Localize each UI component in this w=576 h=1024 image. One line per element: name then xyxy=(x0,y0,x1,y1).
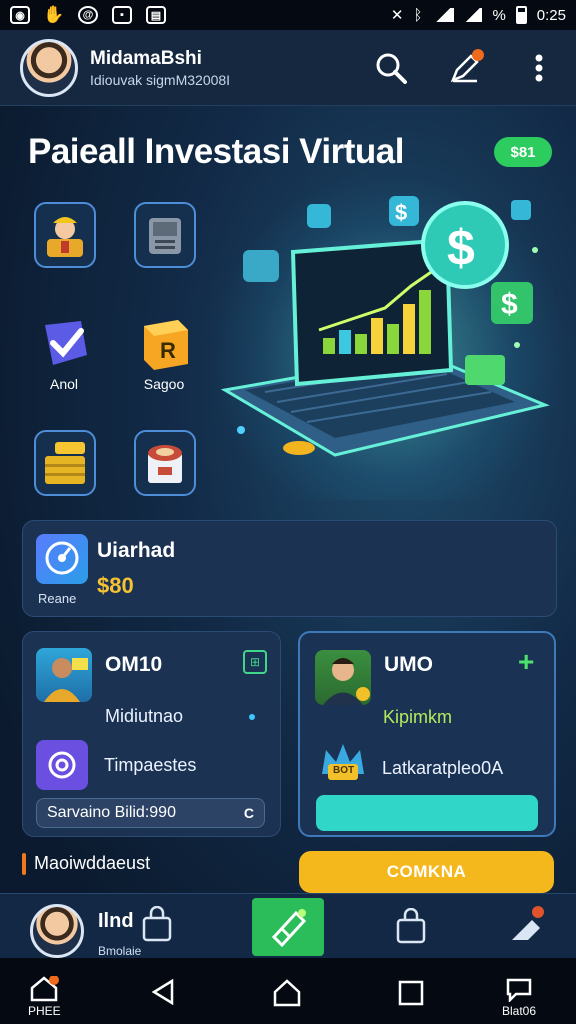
nav-home[interactable]: PHEE xyxy=(28,976,61,1018)
edit-icon[interactable] xyxy=(448,48,484,85)
balance-badge[interactable]: $81 xyxy=(494,137,552,167)
search-icon[interactable] xyxy=(374,51,408,85)
svg-text:R: R xyxy=(160,338,176,363)
clear-icon[interactable]: C xyxy=(244,805,254,821)
user-id: Idiouvak sigmM32008I xyxy=(90,71,231,88)
summary-card[interactable] xyxy=(22,520,557,617)
section-label: Maoiwddaeust xyxy=(34,853,151,873)
summary-title: Uiarhad xyxy=(97,539,176,562)
left-card-row-label: Timpaestes xyxy=(104,755,197,775)
check-shield-icon[interactable] xyxy=(34,310,96,376)
nav-chat[interactable]: Blat06 xyxy=(502,976,536,1018)
profile-tab-avatar[interactable] xyxy=(30,904,84,958)
image-icon: ▤ xyxy=(146,6,166,24)
investor-avatar-2 xyxy=(315,650,371,705)
hand-icon: ✋ xyxy=(43,5,65,24)
profile-tab-name: Ilnd xyxy=(98,910,134,932)
signal-icon xyxy=(464,8,483,22)
confirm-button[interactable]: COMKNA xyxy=(299,851,554,893)
ticket-icon xyxy=(271,909,307,947)
status-right: ✕ ᛒ % 0:25 xyxy=(391,6,566,24)
cube-icon[interactable]: R xyxy=(134,310,196,376)
chat-icon xyxy=(506,978,532,1002)
svg-text:$: $ xyxy=(395,200,407,225)
status-bar: ◉ ✋ @ ▪ ▤ ✕ ᛒ % 0:25 xyxy=(0,0,576,30)
savings-field[interactable]: Sarvaino Bilid:990 C xyxy=(36,798,265,828)
analytics-icon xyxy=(36,534,88,584)
user-tab-icon[interactable] xyxy=(506,906,546,944)
battery-icon xyxy=(515,6,527,24)
home-nav-icon[interactable] xyxy=(272,978,302,1008)
user-info: MidamaBshi Idiouvak sigmM32008I xyxy=(90,48,230,88)
rotate-icon xyxy=(36,740,88,790)
laptop-chart-illustration: $ $ $ xyxy=(220,196,550,457)
left-card-subtitle: Midiutnao xyxy=(105,706,184,726)
svg-text:$: $ xyxy=(447,220,475,276)
header-actions xyxy=(374,48,556,85)
status-dot xyxy=(249,714,255,720)
app-header: MidamaBshi Idiouvak sigmM32008I xyxy=(0,30,576,106)
back-icon[interactable] xyxy=(150,978,178,1006)
app-screen: ◉ ✋ @ ▪ ▤ ✕ ᛒ % 0:25 MidamaBshi Idiouvak… xyxy=(0,0,576,1024)
profile-tab-sub: Bmolaie xyxy=(98,944,142,958)
avatar[interactable] xyxy=(20,38,78,97)
box-icon[interactable] xyxy=(134,430,196,496)
bag-icon[interactable] xyxy=(140,906,174,942)
nav-home-label: PHEE xyxy=(28,1004,61,1018)
gold-bars-icon[interactable] xyxy=(34,430,96,496)
page-title: Paieall Investasi Virtual xyxy=(28,132,404,171)
recents-icon[interactable] xyxy=(398,980,424,1006)
battery-percent: % xyxy=(492,6,506,24)
user-name: MidamaBshi xyxy=(90,47,202,69)
tab-invest-active[interactable] xyxy=(252,898,324,956)
shopping-bag-icon[interactable] xyxy=(394,908,428,944)
summary-sub: Reane xyxy=(38,591,77,606)
tile-label-anol: Anol xyxy=(49,376,79,392)
at-icon: @ xyxy=(78,6,98,24)
crown-coin-icon: BOT xyxy=(318,740,368,786)
clock: 0:25 xyxy=(536,6,566,24)
left-card-title: OM10 xyxy=(105,653,163,676)
status-left-icons: ◉ ✋ @ ▪ ▤ xyxy=(10,5,166,24)
add-icon[interactable]: + xyxy=(518,646,534,678)
right-card-subtitle: Kipimkm xyxy=(383,707,453,727)
savings-field-text: Sarvaino Bilid:990 xyxy=(47,804,176,821)
nav-chat-label: Blat06 xyxy=(502,1004,537,1018)
section-accent xyxy=(22,853,26,875)
summary-value: $80 xyxy=(97,573,134,598)
right-card-row-label: Latkaratpleo0A xyxy=(382,758,504,778)
expand-icon[interactable]: ⊞ xyxy=(243,650,267,674)
mute-icon: ✕ xyxy=(390,7,404,24)
home-icon xyxy=(31,976,60,1002)
coin-label: BOT xyxy=(333,765,355,776)
tile-label-sagoo: Sagoo xyxy=(143,376,185,392)
right-card-title: UMO xyxy=(384,653,433,676)
bluetooth-icon: ᛒ xyxy=(413,6,423,24)
worker-icon[interactable] xyxy=(34,202,96,268)
message-icon: ▪ xyxy=(112,6,132,24)
more-icon[interactable] xyxy=(522,51,556,85)
wifi-icon xyxy=(432,8,455,22)
notification-dot xyxy=(472,48,484,61)
invest-progress-button[interactable] xyxy=(316,795,538,831)
svg-text:$: $ xyxy=(501,288,518,321)
safe-icon[interactable] xyxy=(134,202,196,268)
investor-avatar xyxy=(36,648,92,702)
app-notification-icon: ◉ xyxy=(10,6,30,24)
